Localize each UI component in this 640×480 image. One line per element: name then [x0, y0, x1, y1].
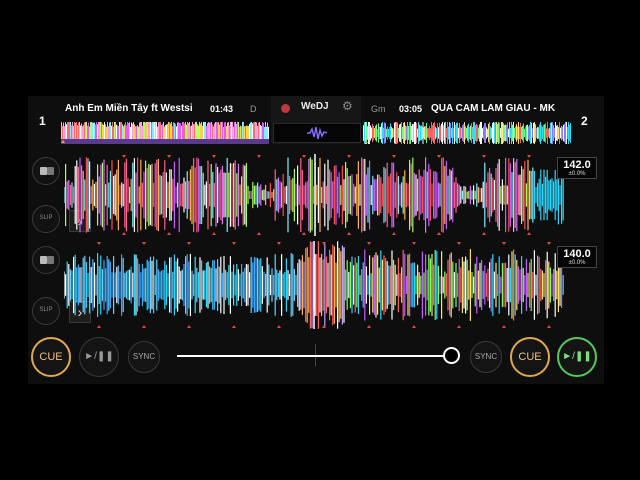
deck1-key: D [250, 104, 257, 114]
deck1-overview-waveform[interactable] [61, 122, 269, 144]
deck2-waveform[interactable] [64, 241, 566, 329]
deck1-waveform[interactable] [64, 154, 566, 236]
app-logo: WeDJ [301, 101, 329, 112]
deck2-key: Gm [371, 104, 386, 114]
deck1-play-pause-button[interactable]: ►/❚❚ [79, 337, 119, 377]
slip-label: SLIP [39, 307, 53, 313]
deck2-play-pause-button[interactable]: ►/❚❚ [557, 337, 597, 377]
deck2-sync-button[interactable]: SYNC [470, 341, 502, 373]
deck2-bpm-display[interactable]: 140.0 ±0.0% [557, 246, 597, 268]
mini-waveform-icon [273, 123, 361, 143]
deck2-bpm: 140.0 [563, 248, 591, 260]
deck1-pitch: ±0.0% [568, 171, 586, 177]
deck1-track-title[interactable]: Anh Em Miền Tây ft Westsi [65, 103, 205, 114]
crossfader-track[interactable] [177, 355, 452, 357]
deck1-sync-button[interactable]: SYNC [128, 341, 160, 373]
deck2-number: 2 [581, 114, 588, 128]
record-icon[interactable] [281, 104, 290, 113]
layout-icon [40, 256, 54, 264]
slip-label: SLIP [39, 215, 53, 221]
gear-icon[interactable]: ⚙ [342, 99, 353, 113]
deck1-slip-button[interactable]: SLIP [32, 205, 60, 233]
deck1-number: 1 [39, 114, 46, 128]
center-panel: WeDJ ⚙ [271, 96, 361, 144]
deck2-cue-button[interactable]: CUE [510, 337, 550, 377]
layout-icon [40, 167, 54, 175]
deck1-bpm: 142.0 [563, 159, 591, 171]
deck2-overview-waveform[interactable] [363, 122, 571, 144]
deck1-time: 01:43 [210, 104, 234, 114]
deck1-layout-button[interactable] [32, 157, 60, 185]
deck2-slip-button[interactable]: SLIP [32, 297, 60, 325]
crossfader-knob[interactable] [443, 347, 460, 364]
deck2-pitch: ±0.0% [568, 260, 586, 266]
deck2-layout-button[interactable] [32, 246, 60, 274]
deck1-cue-button[interactable]: CUE [31, 337, 71, 377]
wedj-app: 1 Anh Em Miền Tây ft Westsi 01:43 D WeDJ… [28, 96, 604, 384]
deck2-time: 03:05 [399, 104, 423, 114]
deck2-track-title[interactable]: QUA CAM LAM GIAU - MK [431, 103, 565, 114]
deck1-bpm-display[interactable]: 142.0 ±0.0% [557, 157, 597, 179]
